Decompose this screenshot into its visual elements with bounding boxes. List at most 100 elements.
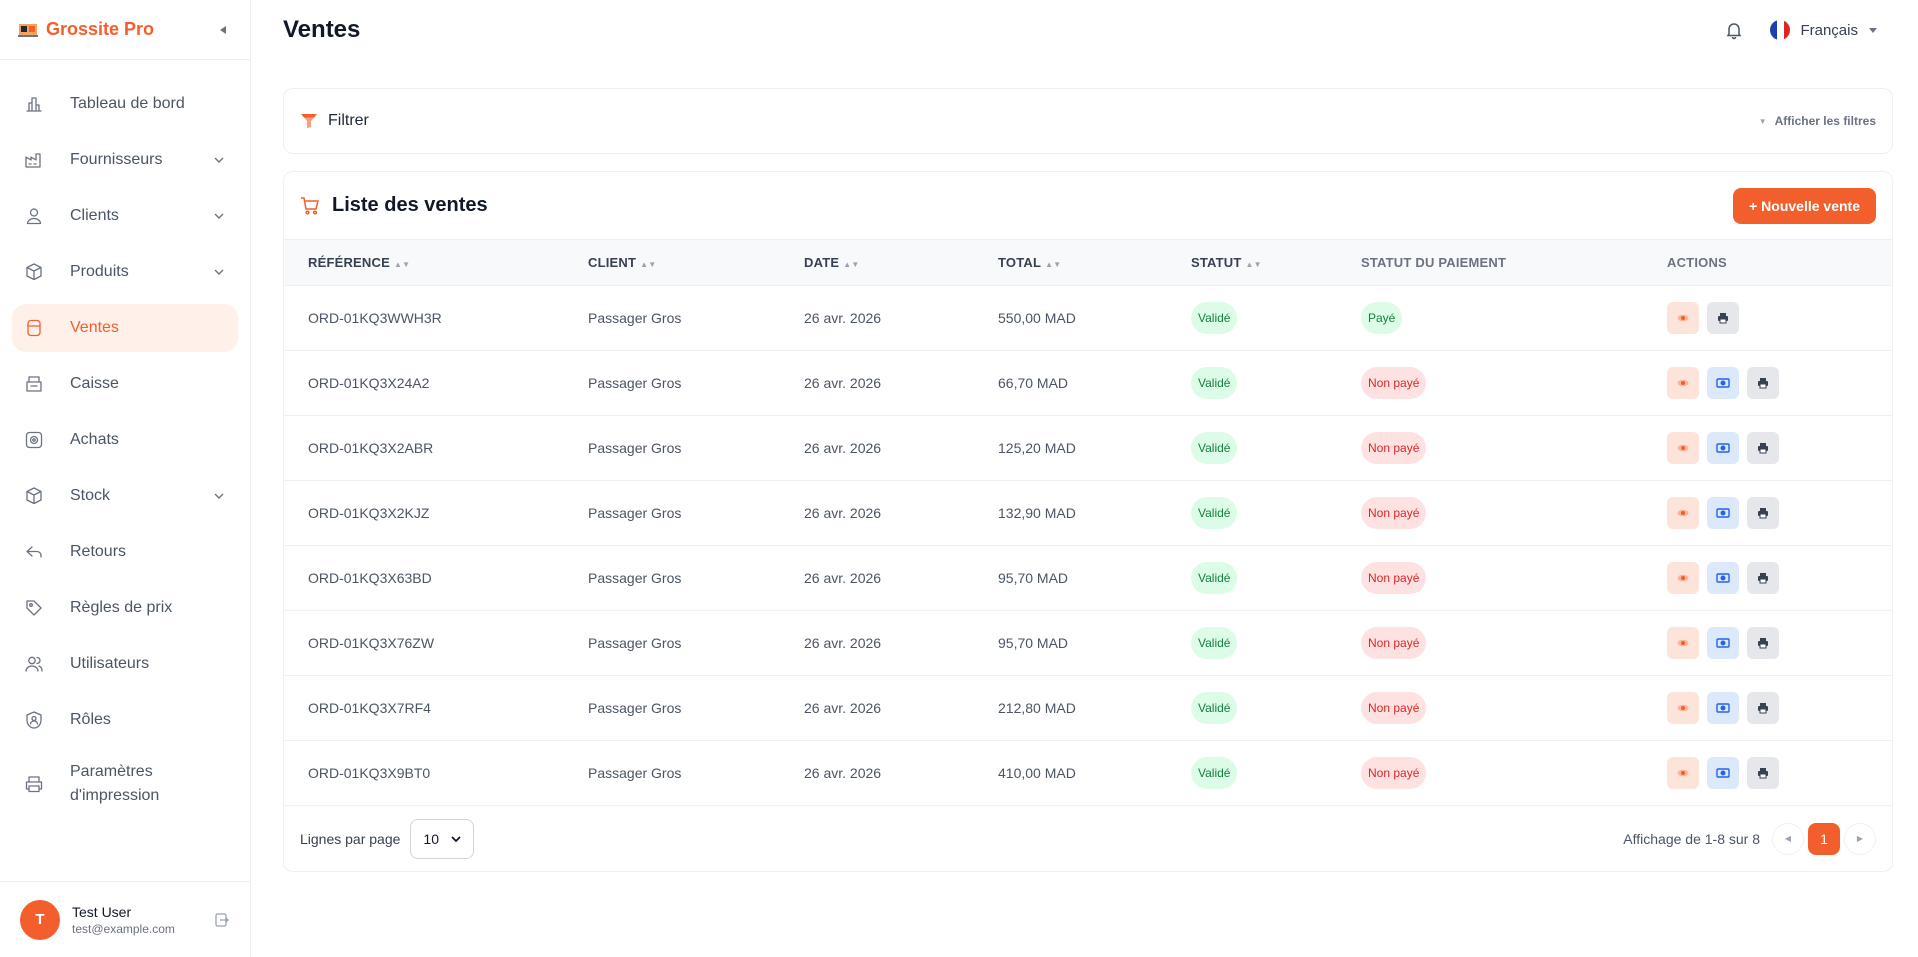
caret-down-icon: ▼ <box>1758 116 1767 126</box>
cell-statut: Validé <box>1191 285 1361 350</box>
sidebar-item-label: Règles de prix <box>70 599 173 616</box>
sidebar-item-utilisateurs[interactable]: Utilisateurs <box>12 640 238 688</box>
add-payment-button[interactable] <box>1707 431 1739 464</box>
column-header-statut[interactable]: STATUT ▲▼ <box>1191 240 1361 285</box>
receipt-icon <box>24 318 44 338</box>
cell-date: 26 avr. 2026 <box>804 374 882 391</box>
print-sale-button[interactable] <box>1747 756 1779 789</box>
view-sale-button[interactable] <box>1667 301 1699 334</box>
chart-bars-icon <box>24 94 44 114</box>
payment-status-badge: Non payé <box>1361 366 1427 399</box>
cell-actions <box>1667 610 1892 675</box>
avatar: T <box>20 899 60 940</box>
cell-reference: ORD-01KQ3X24A2 <box>308 374 430 391</box>
sidebar-item-regles-de-prix[interactable]: Règles de prix <box>12 584 238 632</box>
view-sale-button[interactable] <box>1667 691 1699 724</box>
eye-icon <box>1677 379 1689 386</box>
column-header-reference[interactable]: RÉFÉRENCE ▲▼ <box>284 240 588 285</box>
payment-icon <box>1716 637 1730 648</box>
sort-icon: ▲▼ <box>1245 259 1262 269</box>
rows-per-page-value: 10 <box>423 830 439 847</box>
cell-actions <box>1667 480 1892 545</box>
cell-total: 132,90 MAD <box>998 504 1076 521</box>
status-badge: Validé <box>1191 496 1238 529</box>
view-sale-button[interactable] <box>1667 496 1699 529</box>
table-row[interactable]: ORD-01KQ3X9BT0 Passager Gros 26 avr. 2026 4… <box>284 740 1892 805</box>
table-row[interactable]: ORD-01KQ3X2ABR Passager Gros 26 avr. 2026 1… <box>284 415 1892 480</box>
sidebar-item-ventes[interactable]: Ventes <box>12 304 238 352</box>
view-sale-button[interactable] <box>1667 756 1699 789</box>
caret-down-icon <box>1869 28 1877 33</box>
table-row[interactable]: ORD-01KQ3X2KJZ Passager Gros 26 avr. 2026 1… <box>284 480 1892 545</box>
table-row[interactable]: ORD-01KQ3X24A2 Passager Gros 26 avr. 2026 6… <box>284 350 1892 415</box>
bell-icon[interactable] <box>1724 20 1744 40</box>
add-payment-button[interactable] <box>1707 496 1739 529</box>
logout-icon[interactable] <box>214 912 230 928</box>
cell-reference: ORD-01KQ3X9BT0 <box>308 764 431 781</box>
chevron-down-icon <box>214 269 224 275</box>
print-sale-button[interactable] <box>1707 301 1739 334</box>
add-payment-button[interactable] <box>1707 366 1739 399</box>
print-sale-button[interactable] <box>1747 561 1779 594</box>
add-payment-button[interactable] <box>1707 626 1739 659</box>
user-profile[interactable]: T Test User test@example.com <box>0 881 250 957</box>
previous-page-button[interactable]: ◀ <box>1772 822 1804 855</box>
view-sale-button[interactable] <box>1667 366 1699 399</box>
table-row[interactable]: ORD-01KQ3X7RF4 Passager Gros 26 avr. 2026 2… <box>284 675 1892 740</box>
show-filters-button[interactable]: ▼ Afficher les filtres <box>1759 114 1876 128</box>
brand[interactable]: Grossite Pro <box>0 0 250 60</box>
sidebar-item-label: Rôles <box>70 711 111 728</box>
sidebar-item-parametres-d-impression[interactable]: Paramètres d'impression <box>12 752 238 816</box>
print-sale-button[interactable] <box>1747 691 1779 724</box>
view-sale-button[interactable] <box>1667 626 1699 659</box>
cell-date: 26 avr. 2026 <box>804 439 882 456</box>
column-header-total[interactable]: TOTAL ▲▼ <box>998 240 1191 285</box>
sidebar-item-achats[interactable]: Achats <box>12 416 238 464</box>
cell-total: 66,70 MAD <box>998 374 1069 391</box>
column-header-client[interactable]: CLIENT ▲▼ <box>588 240 804 285</box>
sidebar-item-stock[interactable]: Stock <box>12 472 238 520</box>
table-row[interactable]: ORD-01KQ3WWH3R Passager Gros 26 avr. 2026 5… <box>284 285 1892 350</box>
cell-reference: ORD-01KQ3X2ABR <box>308 439 434 456</box>
sidebar-item-caisse[interactable]: Caisse <box>12 360 238 408</box>
cell-statut: Validé <box>1191 675 1361 740</box>
sort-icon: ▲▼ <box>843 259 860 269</box>
print-sale-button[interactable] <box>1747 626 1779 659</box>
sidebar-item-retours[interactable]: Retours <box>12 528 238 576</box>
rows-per-page-select[interactable]: 10 <box>410 818 475 859</box>
status-badge: Validé <box>1191 756 1238 789</box>
page-button-current[interactable]: 1 <box>1808 822 1840 855</box>
cell-total: 95,70 MAD <box>998 634 1069 651</box>
sales-list-panel: Liste des ventes + Nouvelle vente RÉFÉRE… <box>283 171 1893 872</box>
table-row[interactable]: ORD-01KQ3X76ZW Passager Gros 26 avr. 2026 9… <box>284 610 1892 675</box>
store-logo-icon <box>18 23 38 37</box>
add-payment-button[interactable] <box>1707 756 1739 789</box>
add-payment-button[interactable] <box>1707 691 1739 724</box>
sidebar-item-label: Clients <box>70 207 119 224</box>
table-row[interactable]: ORD-01KQ3X63BD Passager Gros 26 avr. 2026 9… <box>284 545 1892 610</box>
payment-status-badge: Non payé <box>1361 626 1427 659</box>
language-selector[interactable]: Français <box>1770 20 1878 40</box>
view-sale-button[interactable] <box>1667 561 1699 594</box>
chevron-down-icon <box>214 213 224 219</box>
new-sale-button[interactable]: + Nouvelle vente <box>1733 187 1876 224</box>
next-page-button[interactable]: ▶ <box>1844 822 1876 855</box>
status-badge: Validé <box>1191 691 1238 724</box>
printer-icon <box>1758 702 1768 713</box>
sidebar-item-clients[interactable]: Clients <box>12 192 238 240</box>
sidebar-item-fournisseurs[interactable]: Fournisseurs <box>12 136 238 184</box>
print-sale-button[interactable] <box>1747 496 1779 529</box>
print-sale-button[interactable] <box>1747 366 1779 399</box>
sidebar-item-roles[interactable]: Rôles <box>12 696 238 744</box>
cell-payment-status: Non payé <box>1361 415 1667 480</box>
add-payment-button[interactable] <box>1707 561 1739 594</box>
view-sale-button[interactable] <box>1667 431 1699 464</box>
chevron-down-icon <box>451 835 462 842</box>
sidebar-item-produits[interactable]: Produits <box>12 248 238 296</box>
print-sale-button[interactable] <box>1747 431 1779 464</box>
sidebar-item-label: Stock <box>70 487 111 504</box>
collapse-sidebar-button[interactable] <box>217 22 229 38</box>
sidebar-item-tableau-de-bord[interactable]: Tableau de bord <box>12 80 238 128</box>
payment-status-badge: Non payé <box>1361 431 1427 464</box>
column-header-date[interactable]: DATE ▲▼ <box>804 240 998 285</box>
